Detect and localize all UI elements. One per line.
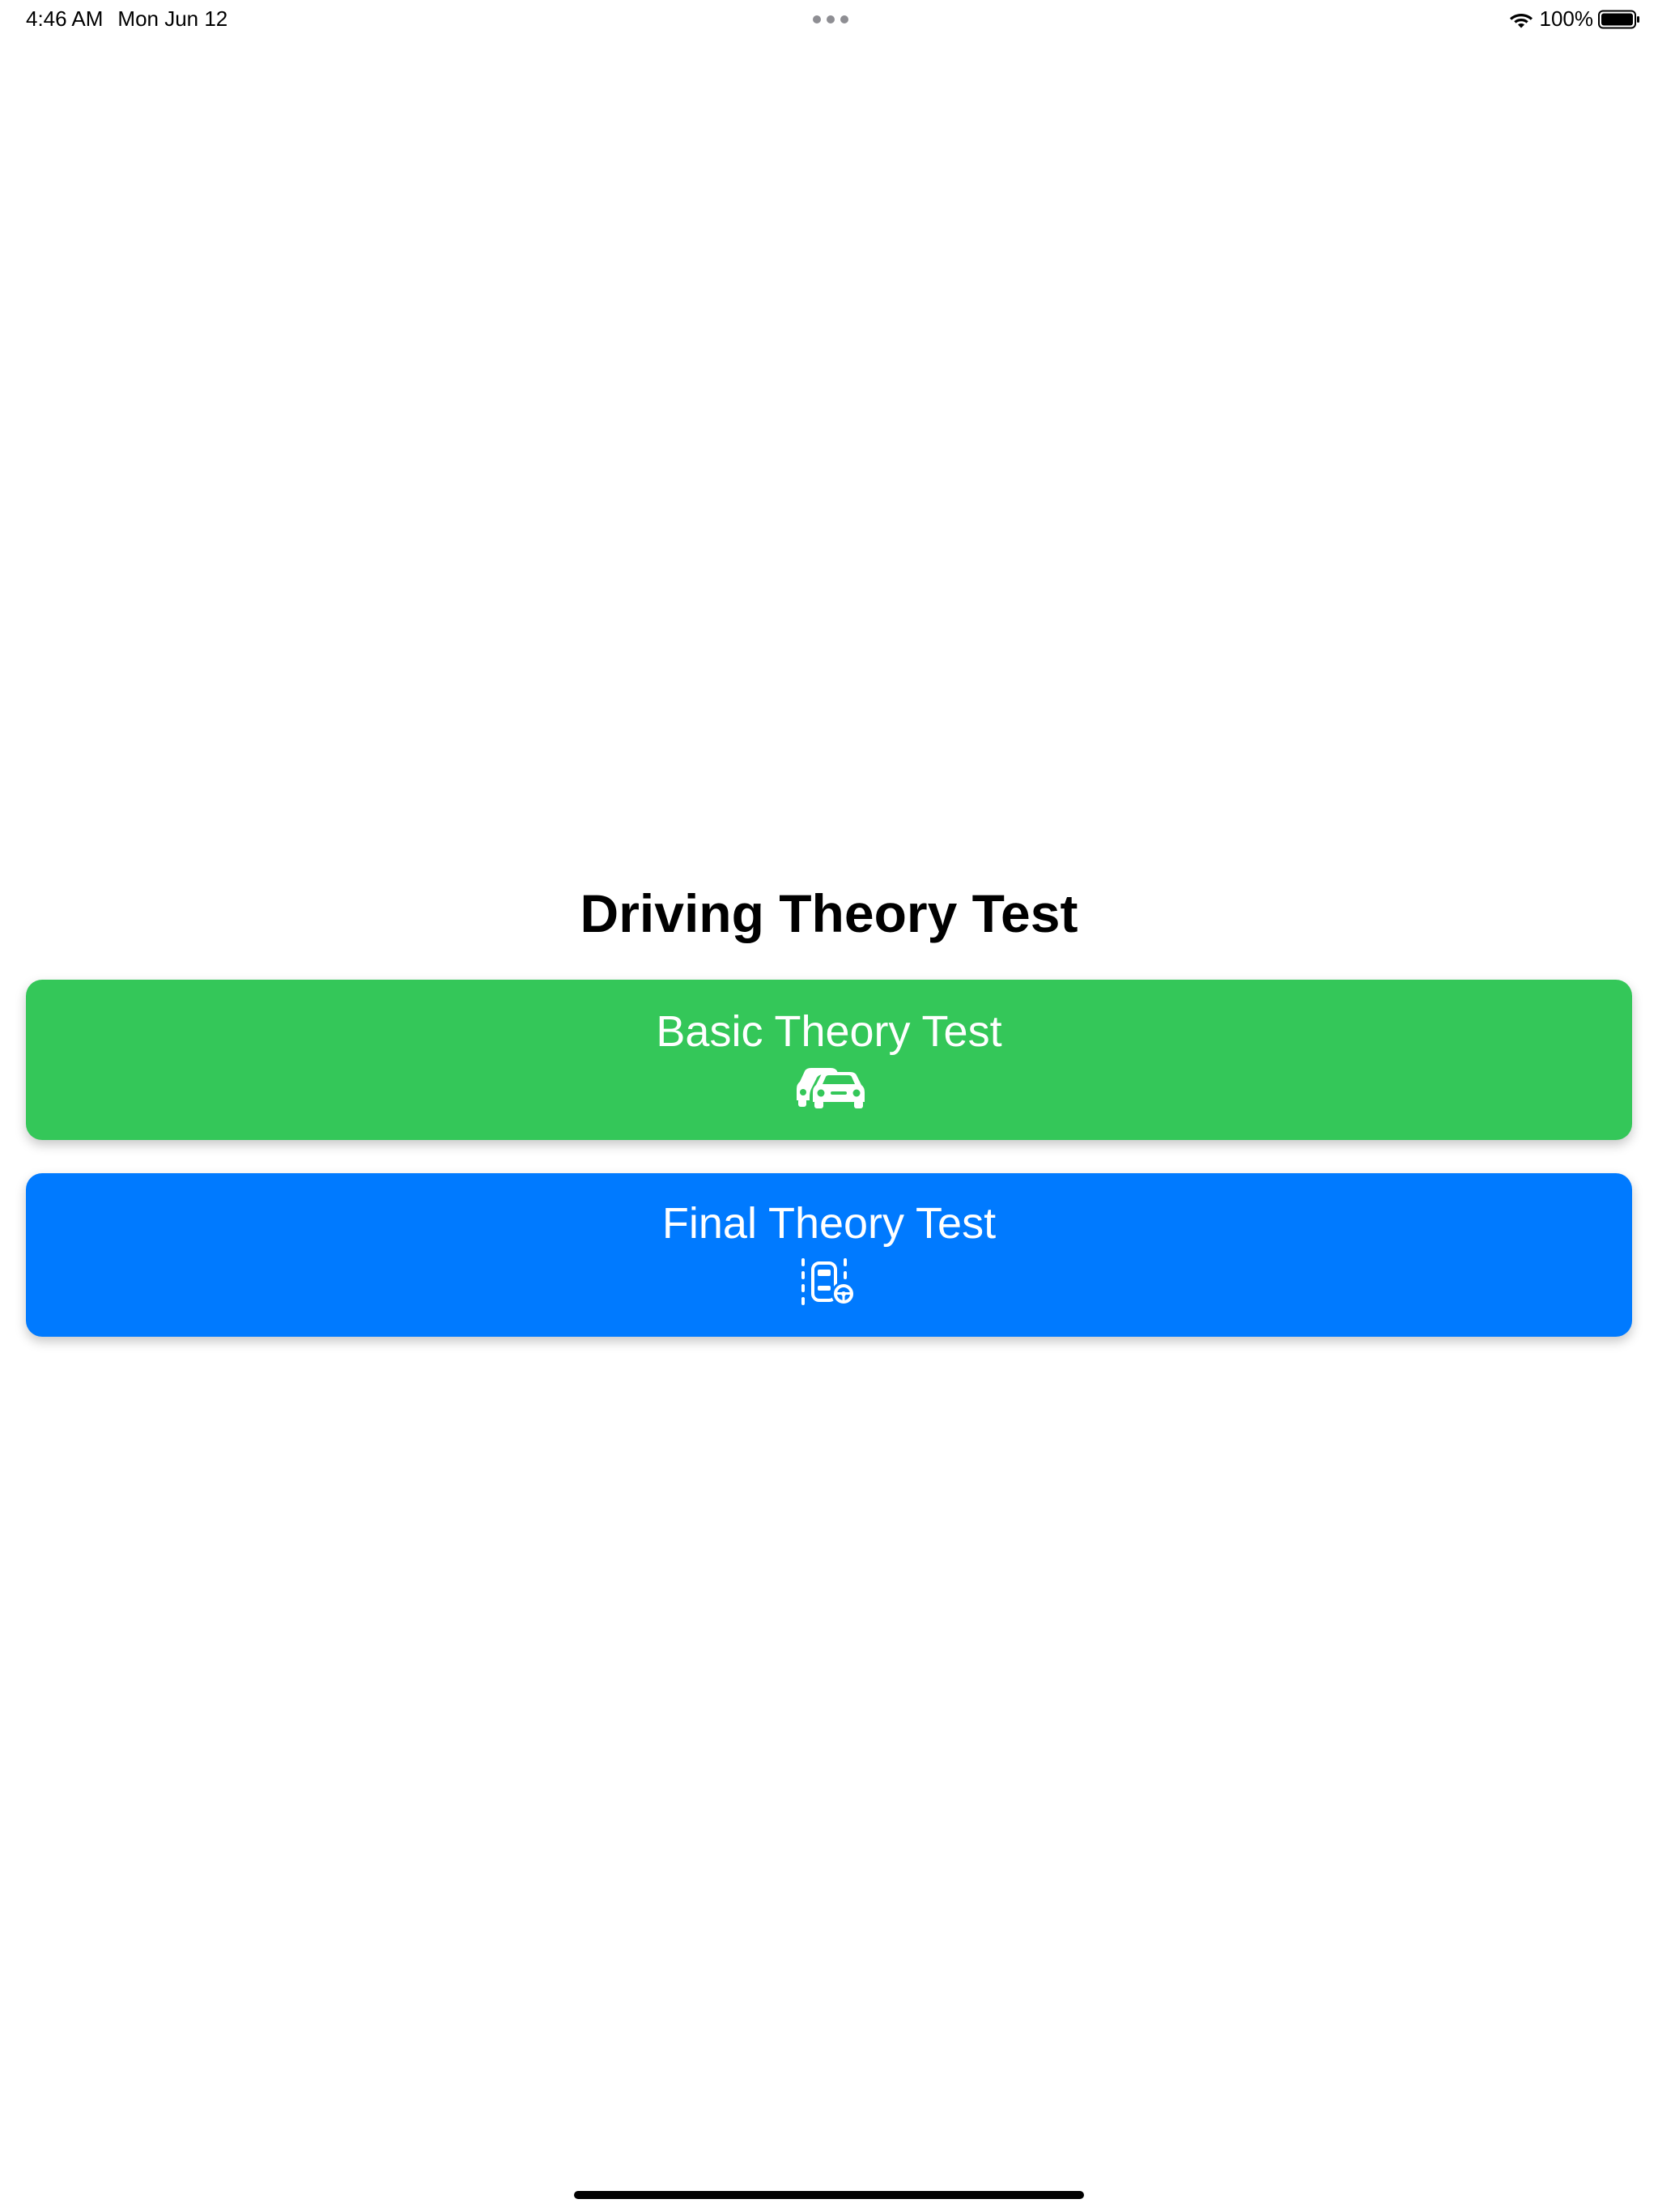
two-cars-icon xyxy=(797,1068,865,1108)
app-screen: 4:46 AM Mon Jun 12 100% Driving Theory Te… xyxy=(0,0,1658,2212)
status-time: 4:46 AM xyxy=(26,6,104,31)
basic-theory-test-label: Basic Theory Test xyxy=(656,1007,1002,1056)
basic-theory-test-button[interactable]: Basic Theory Test xyxy=(26,980,1632,1140)
battery-percentage: 100% xyxy=(1539,6,1594,31)
status-bar: 4:46 AM Mon Jun 12 100% xyxy=(0,0,1658,39)
page-title: Driving Theory Test xyxy=(580,883,1078,943)
multitasking-dots-icon[interactable] xyxy=(813,15,848,23)
status-indicators: 100% xyxy=(1509,6,1641,32)
final-theory-test-button[interactable]: Final Theory Test xyxy=(26,1173,1632,1337)
status-time-date: 4:46 AM Mon Jun 12 xyxy=(26,6,227,32)
battery-icon xyxy=(1598,10,1639,28)
status-date: Mon Jun 12 xyxy=(117,6,228,31)
home-indicator[interactable] xyxy=(574,2191,1084,2199)
car-lane-steering-icon xyxy=(801,1258,856,1306)
final-theory-test-label: Final Theory Test xyxy=(661,1199,997,1248)
wifi-icon xyxy=(1509,13,1533,28)
